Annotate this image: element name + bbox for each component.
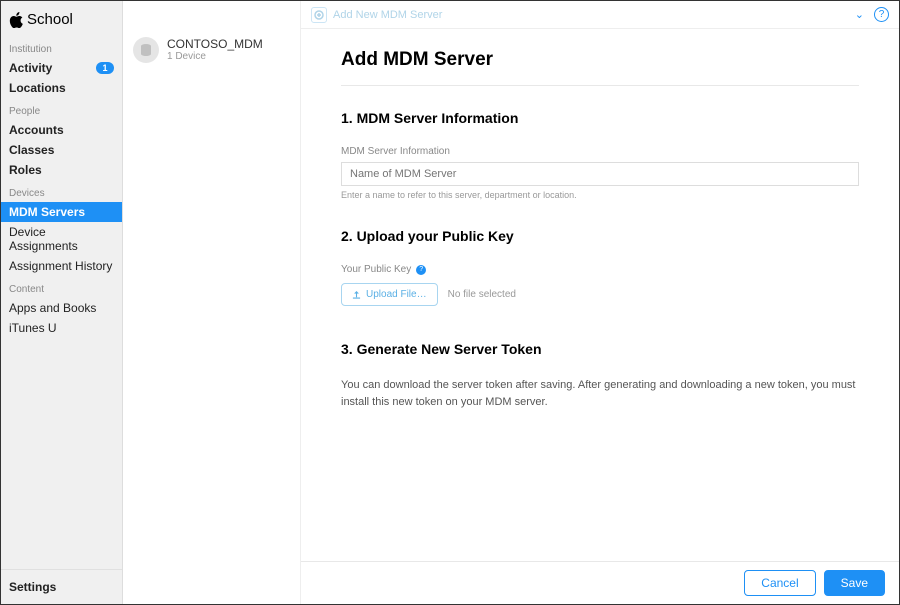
server-name-label: MDM Server Information (341, 146, 859, 157)
sidebar-item-label: Classes (9, 143, 54, 157)
sidebar-item-assignment-history[interactable]: Assignment History (1, 256, 122, 276)
cancel-button[interactable]: Cancel (744, 570, 815, 596)
sidebar-item-mdm-servers[interactable]: MDM Servers (1, 202, 122, 222)
top-bar-right: ⌄ ? (855, 7, 889, 22)
step3-title: 3. Generate New Server Token (341, 341, 859, 357)
brand-name: School (27, 11, 73, 28)
page-title: Add MDM Server (341, 49, 859, 86)
sidebar-item-label: Accounts (9, 123, 64, 137)
sidebar-spacer (1, 338, 122, 569)
server-list-item[interactable]: CONTOSO_MDM 1 Device (123, 31, 300, 69)
section-header-devices: Devices (1, 180, 122, 202)
sidebar-item-accounts[interactable]: Accounts (1, 120, 122, 140)
add-server-label[interactable]: Add New MDM Server (333, 9, 442, 21)
footer-bar: Cancel Save (301, 561, 899, 604)
add-server-icon[interactable] (311, 7, 327, 23)
upload-icon (352, 290, 361, 299)
sidebar-item-locations[interactable]: Locations (1, 78, 122, 98)
apple-logo-icon (9, 12, 23, 28)
sidebar-item-label: Activity (9, 61, 52, 75)
brand-header: School (1, 7, 122, 36)
sidebar: School Institution Activity 1 Locations … (1, 1, 123, 604)
section-header-content: Content (1, 276, 122, 298)
sidebar-item-device-assignments[interactable]: Device Assignments (1, 222, 122, 256)
upload-file-button[interactable]: Upload File… (341, 283, 438, 306)
upload-status: No file selected (448, 289, 516, 300)
sidebar-item-roles[interactable]: Roles (1, 160, 122, 180)
public-key-label: Your Public Key (341, 264, 411, 275)
main-panel: Add New MDM Server ⌄ ? Add MDM Server 1.… (301, 1, 899, 604)
sidebar-item-apps-books[interactable]: Apps and Books (1, 298, 122, 318)
top-bar: Add New MDM Server ⌄ ? (301, 1, 899, 29)
sidebar-item-label: Locations (9, 81, 66, 95)
sidebar-item-itunes-u[interactable]: iTunes U (1, 318, 122, 338)
save-button[interactable]: Save (824, 570, 885, 596)
step3-description: You can download the server token after … (341, 377, 859, 410)
badge-count: 1 (96, 62, 114, 74)
sidebar-item-activity[interactable]: Activity 1 (1, 58, 122, 78)
sidebar-item-label: Device Assignments (9, 225, 114, 253)
step1-title: 1. MDM Server Information (341, 110, 859, 126)
server-disk-icon (133, 37, 159, 63)
sidebar-item-label: MDM Servers (9, 205, 85, 219)
server-name-input[interactable] (341, 162, 859, 186)
sidebar-item-label: iTunes U (9, 321, 57, 335)
sidebar-item-label: Roles (9, 163, 42, 177)
section-header-institution: Institution (1, 36, 122, 58)
form-content: Add MDM Server 1. MDM Server Information… (301, 29, 899, 561)
server-info: CONTOSO_MDM 1 Device (167, 37, 263, 63)
server-device-count: 1 Device (167, 51, 263, 62)
sidebar-item-classes[interactable]: Classes (1, 140, 122, 160)
server-name: CONTOSO_MDM (167, 37, 263, 51)
sidebar-item-label: Apps and Books (9, 301, 96, 315)
info-icon[interactable]: ? (416, 265, 426, 275)
upload-btn-label: Upload File… (366, 289, 427, 300)
sidebar-item-settings[interactable]: Settings (1, 569, 122, 604)
server-name-hint: Enter a name to refer to this server, de… (341, 190, 859, 200)
step2-title: 2. Upload your Public Key (341, 228, 859, 244)
sidebar-item-label: Assignment History (9, 259, 112, 273)
server-list-panel: CONTOSO_MDM 1 Device (123, 1, 301, 604)
chevron-down-icon[interactable]: ⌄ (855, 8, 864, 21)
top-bar-left: Add New MDM Server (311, 7, 442, 23)
section-header-people: People (1, 98, 122, 120)
upload-row: Upload File… No file selected (341, 283, 859, 306)
help-icon[interactable]: ? (874, 7, 889, 22)
public-key-label-row: Your Public Key ? (341, 264, 859, 275)
